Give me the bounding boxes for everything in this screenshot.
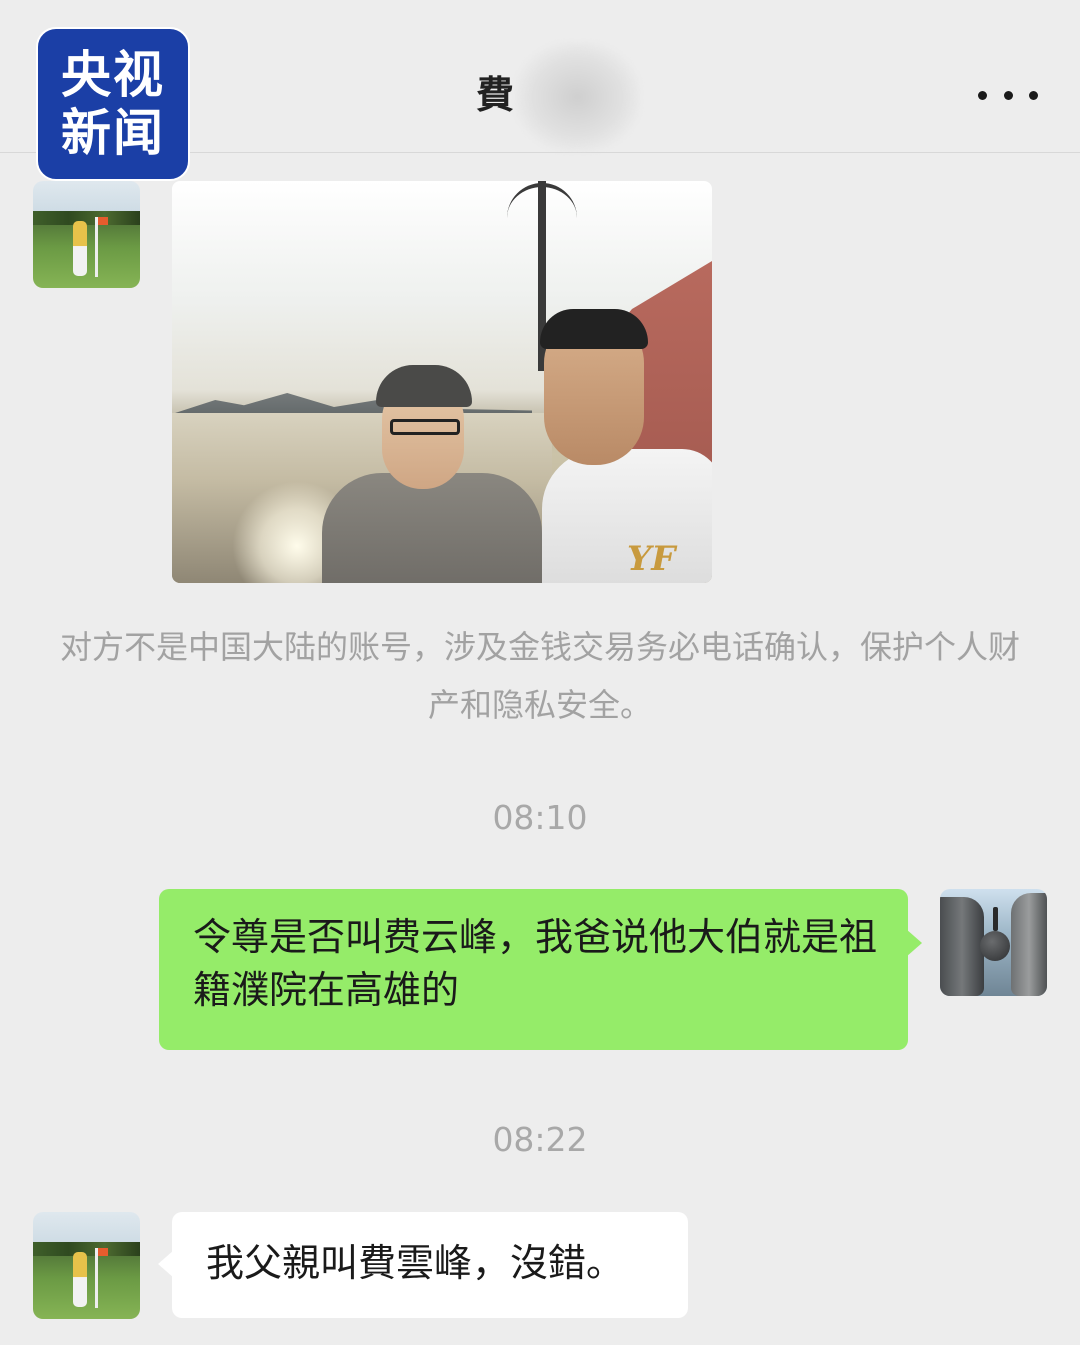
logo-line1: 央视 xyxy=(61,46,165,104)
self-avatar[interactable] xyxy=(940,889,1047,996)
chat-title: 費 xyxy=(476,73,515,117)
incoming-message-bubble[interactable]: 我父親叫費雲峰，沒錯。 xyxy=(158,1212,688,1318)
contact-avatar[interactable] xyxy=(33,181,140,288)
timestamp: 08:22 xyxy=(492,1120,588,1159)
more-dots-icon[interactable] xyxy=(978,78,1038,112)
person-right xyxy=(522,309,712,583)
cctv-news-logo: 央视 新闻 xyxy=(36,27,190,181)
redaction-mask xyxy=(515,42,640,152)
photo-message[interactable]: YF xyxy=(172,181,712,583)
outgoing-message-bubble[interactable]: 令尊是否叫费云峰，我爸说他大伯就是祖籍濮院在高雄的 xyxy=(159,889,922,1050)
timestamp: 08:10 xyxy=(492,798,588,837)
person-left xyxy=(322,361,542,583)
system-notice: 对方不是中国大陆的账号，涉及金钱交易务必电话确认，保护个人财产和隐私安全。 xyxy=(60,628,1021,724)
shirt-logo: YF xyxy=(627,539,676,579)
logo-line2: 新闻 xyxy=(61,104,165,162)
contact-avatar[interactable] xyxy=(33,1212,140,1319)
